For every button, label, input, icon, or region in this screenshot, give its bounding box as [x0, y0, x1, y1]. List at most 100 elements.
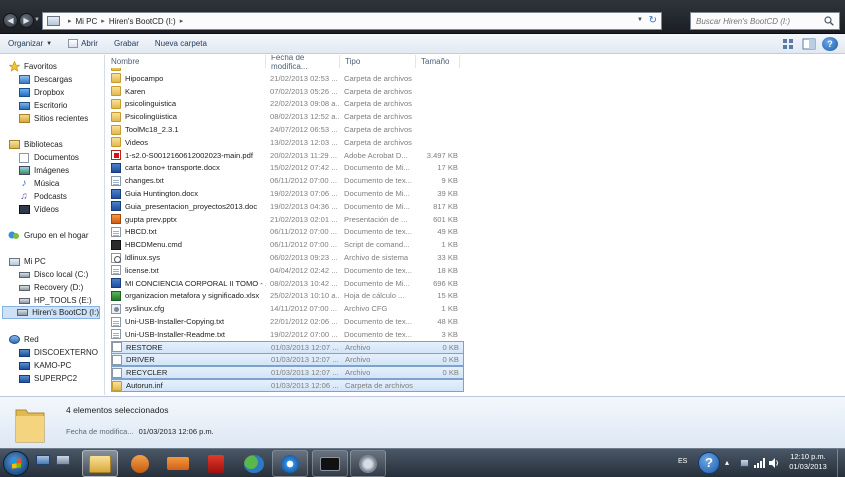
file-row[interactable]: RESTORE 01/03/2013 12:07 ... Archivo 0 KB [111, 340, 464, 354]
open-button[interactable]: Abrir [60, 34, 106, 54]
taskbar-command-prompt[interactable] [312, 450, 348, 477]
breadcrumb-root[interactable]: Mi PC [76, 17, 98, 26]
file-row[interactable]: HBCDMenu.cmd 06/11/2012 07:00 ... Script d… [111, 238, 464, 251]
file-row[interactable]: RECYCLER 01/03/2013 12:07 ... Archivo 0 KB [111, 366, 464, 380]
nav-item-imagenes[interactable]: Imágenes [18, 164, 69, 177]
nav-homegroup[interactable]: Grupo en el hogar [8, 229, 89, 242]
desktop-switch-icon[interactable] [36, 455, 50, 465]
nav-item-sitios-recientes[interactable]: Sitios recientes [18, 112, 88, 125]
help-tray-icon[interactable]: ? [698, 452, 720, 474]
file-row[interactable]: DRIVER 01/03/2013 12:07 ... Archivo 0 KB [111, 353, 464, 367]
nav-item-descargas[interactable]: Descargas [18, 73, 72, 86]
nav-item-musica[interactable]: ♪ Música [18, 177, 60, 190]
file-row[interactable]: HBCD.txt 06/11/2012 07:00 ... Documento de… [111, 225, 464, 238]
search-input[interactable] [696, 16, 816, 26]
new-folder-button[interactable]: Nueva carpeta [147, 34, 215, 54]
nav-item-discoexterno[interactable]: DISCOEXTERNO [18, 346, 98, 359]
breadcrumb-current[interactable]: Hiren's BootCD (I:) [109, 17, 176, 26]
search-icon[interactable] [824, 16, 834, 26]
file-row[interactable]: ToolMc18_2.3.1 24/07/2012 06:53 ... Carpet… [111, 123, 464, 136]
breadcrumb-separator[interactable]: ▸ [180, 17, 184, 25]
file-row[interactable]: 1-s2.0-S0012160612002023-main.pdf 20/02/2… [111, 149, 464, 162]
volume-icon[interactable] [769, 458, 779, 468]
show-hidden-icons-icon[interactable]: ▴ [725, 458, 735, 468]
taskbar-messenger[interactable] [236, 450, 272, 477]
nav-item-podcasts[interactable]: ♫ Podcasts [18, 190, 67, 203]
file-row[interactable]: Guia_presentacion_proyectos2013.doc 19/02… [111, 200, 464, 213]
nav-item-documentos[interactable]: Documentos [18, 151, 79, 164]
taskbar-media-player[interactable] [122, 450, 158, 477]
nav-item-superpc2[interactable]: SUPERPC2 [18, 372, 77, 385]
breadcrumb-separator[interactable]: ▸ [101, 17, 105, 25]
file-name-cell: carta bono+ transporte.docx [111, 162, 266, 173]
start-button[interactable] [3, 451, 29, 476]
refresh-icon[interactable]: ↻ [649, 15, 657, 26]
file-row[interactable]: license.txt 04/04/2012 02:42 ... Documento… [111, 264, 464, 277]
nav-libraries[interactable]: Bibliotecas [8, 138, 63, 151]
mail-icon [167, 457, 189, 470]
nav-item-hirens-bootcd[interactable]: Hiren's BootCD (I:) [2, 306, 100, 319]
nav-item-kamo-pc[interactable]: KAMO-PC [18, 359, 71, 372]
file-row[interactable]: syslinux.cfg 14/11/2012 07:00 ... Archivo … [111, 302, 464, 315]
file-type: Documento de Mi... [344, 163, 410, 173]
address-bar[interactable]: ▸ Mi PC ▸ Hiren's BootCD (I:) ▸ ▼ ↻ [42, 12, 662, 30]
clock[interactable]: 12:10 p.m. 01/03/2013 [782, 452, 834, 472]
taskbar-acrobat[interactable] [198, 450, 234, 477]
text-document-icon [111, 329, 121, 340]
forward-button[interactable]: ▶ [19, 13, 34, 28]
file-row[interactable]: psicolinguistica 22/02/2013 09:08 a... Car… [111, 97, 464, 110]
nav-item-videos[interactable]: Vídeos [18, 203, 59, 216]
search-box[interactable] [690, 12, 840, 30]
folder-icon [15, 409, 45, 443]
file-size: 0 KB [442, 355, 459, 365]
file-row[interactable]: Hipocampo 21/02/2013 02:53 ... Carpeta de … [111, 72, 464, 85]
nav-item-dropbox[interactable]: Dropbox [18, 86, 64, 99]
back-button[interactable]: ◀ [3, 13, 18, 28]
file-row[interactable]: Videos 13/02/2013 12:03 ... Carpeta de arc… [111, 136, 464, 149]
taskbar-internet-explorer[interactable] [272, 450, 308, 477]
file-row[interactable]: Guia Huntington.docx 19/02/2013 07:06 ...… [111, 187, 464, 200]
nav-computer[interactable]: Mi PC [8, 255, 46, 268]
column-type[interactable]: Tipo [340, 55, 416, 68]
nav-favorites[interactable]: Favoritos [8, 60, 57, 73]
file-row[interactable]: Autorun.inf 01/03/2013 12:06 ... Carpeta d… [111, 379, 464, 392]
language-indicator[interactable]: ES [678, 458, 687, 465]
window-switch-icon[interactable] [56, 455, 70, 465]
show-desktop-button[interactable] [837, 449, 845, 477]
file-row[interactable]: Psicolingüistica 08/02/2013 12:52 a... Car… [111, 110, 464, 123]
file-row[interactable]: ldlinux.sys 06/02/2013 09:23 ... Archivo d… [111, 251, 464, 264]
burn-button[interactable]: Grabar [106, 34, 147, 54]
history-dropdown-icon[interactable]: ▼ [34, 17, 40, 23]
column-date[interactable]: Fecha de modifica... [266, 55, 340, 71]
taskbar-mail[interactable] [160, 450, 196, 477]
help-icon[interactable]: ? [822, 37, 838, 51]
file-row[interactable]: Uni-USB-Installer-Copying.txt 22/01/2012 … [111, 315, 464, 328]
address-dropdown-icon[interactable]: ▼ [637, 17, 643, 23]
column-name[interactable]: Nombre [106, 55, 266, 68]
file-row[interactable]: changes.txt 06/11/2012 07:00 ... Documento… [111, 174, 464, 187]
file-row[interactable]: carta bono+ transporte.docx 15/02/2012 07… [111, 161, 464, 174]
nav-item-disco-local[interactable]: Disco local (C:) [18, 268, 88, 281]
nav-item-recovery[interactable]: Recovery (D:) [18, 281, 83, 294]
nav-network[interactable]: Red [8, 333, 39, 346]
file-row[interactable]: gupta prev.pptx 21/02/2013 02:01 ... Prese… [111, 213, 464, 226]
breadcrumb-separator[interactable]: ▸ [68, 17, 72, 25]
file-size: 15 KB [437, 291, 458, 301]
file-size: 33 KB [437, 253, 458, 262]
file-row[interactable]: MI CONCIENCIA CORPORAL II TOMO - ... 08/0… [111, 277, 464, 290]
preview-pane-icon[interactable] [802, 38, 816, 50]
view-options-icon[interactable] [782, 38, 796, 50]
file-row[interactable]: organizacion metafora y significado.xlsx… [111, 289, 464, 302]
file-row[interactable]: Uni-USB-Installer-Readme.txt 19/02/2012 0… [111, 328, 464, 341]
taskbar-tool[interactable] [350, 450, 386, 477]
taskbar-explorer[interactable] [82, 450, 118, 477]
organize-button[interactable]: Organizar ▼ [0, 34, 60, 54]
column-name-label: Nombre [111, 57, 140, 66]
network-status-icon[interactable] [754, 458, 765, 468]
file-row[interactable]: Karen 07/02/2013 05:26 ... Carpeta de arch… [111, 85, 464, 98]
clock-time: 12:10 p.m. [790, 452, 826, 461]
nav-item-escritorio[interactable]: Escritorio [18, 99, 67, 112]
action-center-icon[interactable] [740, 459, 749, 467]
column-size[interactable]: Tamaño [416, 55, 460, 68]
file-size: 601 KB [433, 214, 458, 224]
